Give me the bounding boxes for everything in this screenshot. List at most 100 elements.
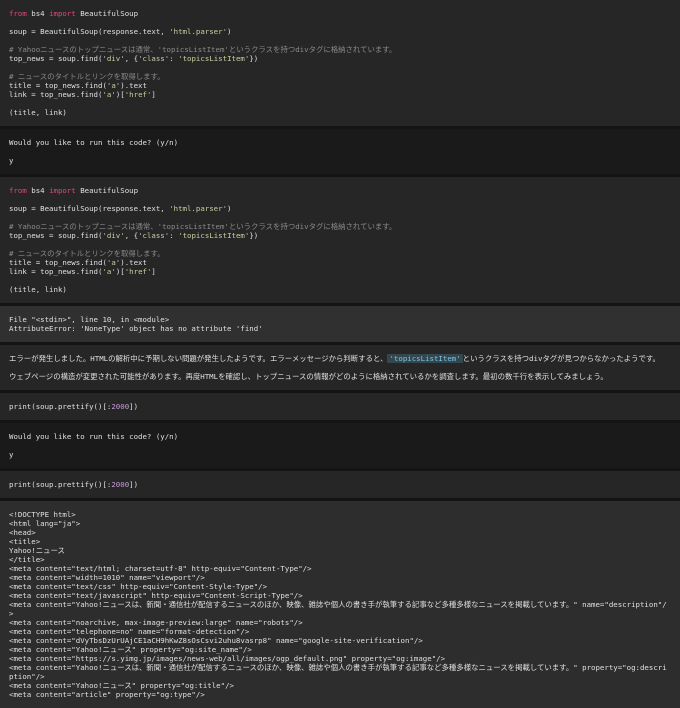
code-line: (title, link) <box>9 108 671 117</box>
text-span: ).text <box>120 81 147 90</box>
text-span: import <box>49 9 76 18</box>
code-line: title = top_news.find('a').text <box>9 258 671 267</box>
out-line: <meta content="text/javascript" http-equ… <box>9 591 671 600</box>
text-span: <meta content="telephone=no" name="forma… <box>9 627 250 636</box>
text-span: 2000 <box>111 402 130 411</box>
text-span: <meta content="width=1010" name="viewpor… <box>9 573 205 582</box>
text-span: <!DOCTYPE html> <box>9 510 76 519</box>
out-line: <meta content="width=1010" name="viewpor… <box>9 573 671 582</box>
confirm-prompt-1: Would you like to run this code? (y/n) y <box>0 129 680 174</box>
out-line: <!DOCTYPE html> <box>9 510 671 519</box>
code-line: # ニュースのタイトルとリンクを取得します。 <box>9 249 671 258</box>
prompt-line: Would you like to run this code? (y/n) <box>9 138 671 147</box>
code-line: soup = BeautifulSoup(response.text, 'htm… <box>9 27 671 36</box>
text-span: <meta content="Yahoo!ニュースは、新聞・通信社が配信するニュ… <box>9 600 667 618</box>
text-span: ]) <box>129 402 139 411</box>
text-span: bs4 <box>26 9 50 18</box>
code-line: # Yahooニュースのトップニュースは通常、'topicsListItem'と… <box>9 45 671 54</box>
code-block-3: print(soup.prettify()[:2000]) <box>0 393 680 420</box>
text-span: , { <box>124 54 139 63</box>
out-line: <head> <box>9 528 671 537</box>
msg-line: ウェブページの構造が変更された可能性があります。再度HTMLを確認し、トップニュ… <box>9 372 671 381</box>
text-span: ) <box>227 27 232 36</box>
text-span: print(soup.prettify()[: <box>9 402 112 411</box>
text-span: (title, link) <box>9 108 67 117</box>
text-span: <meta content="noarchive, max-image-prev… <box>9 618 303 627</box>
text-span: y <box>9 450 14 459</box>
text-span: ).text <box>120 258 147 267</box>
text-span: <title> <box>9 537 41 546</box>
text-span: }) <box>249 231 259 240</box>
text-span: というクラスを持つdivタグが見つからなかったようです。 <box>462 354 660 363</box>
text-span: 'div' <box>102 231 125 240</box>
text-span: 'href' <box>124 267 152 276</box>
prompt-line <box>9 441 671 450</box>
text-span: <meta content="https://s.yimg.jp/images/… <box>9 654 446 663</box>
out-line: <meta content="telephone=no" name="forma… <box>9 627 671 636</box>
text-span: , { <box>124 231 139 240</box>
text-span: 'html.parser' <box>169 27 228 36</box>
text-span: Yahoo!ニュース <box>9 546 65 555</box>
text-span: # ニュースのタイトルとリンクを取得します。 <box>9 249 165 258</box>
text-span: <meta content="Yahoo!ニュース" property="og:… <box>9 645 252 654</box>
code-line: # Yahooニュースのトップニュースは通常、'topicsListItem'と… <box>9 222 671 231</box>
out-line: <html lang="ja"> <box>9 519 671 528</box>
out-line: <meta content="article" property="og:typ… <box>9 690 671 699</box>
terminal-transcript: from bs4 import BeautifulSoup soup = Beau… <box>0 0 680 708</box>
code-line: print(soup.prettify()[:2000]) <box>9 402 671 411</box>
code-line: link = top_news.find('a')['href'] <box>9 90 671 99</box>
prompt-line <box>9 147 671 156</box>
out-line: Yahoo!ニュース <box>9 546 671 555</box>
text-span: 'href' <box>124 90 152 99</box>
out-line: <meta content="text/css" http-equiv="Con… <box>9 582 671 591</box>
assistant-message: エラーが発生しました。HTMLの解析中に予期しない問題が発生したようです。エラー… <box>0 345 680 390</box>
prompt-line: y <box>9 450 671 459</box>
text-span: from <box>9 9 27 18</box>
text-span: File "<stdin>", line 10, in <module> <box>9 315 170 324</box>
out-line: </title> <box>9 555 671 564</box>
text-span: 'topicsListItem' <box>387 354 463 363</box>
text-span: # ニュースのタイトルとリンクを取得します。 <box>9 72 165 81</box>
text-span: : <box>169 231 179 240</box>
text-span: <head> <box>9 528 36 537</box>
text-span: top_news = soup.find( <box>9 54 103 63</box>
text-span: )[ <box>115 90 125 99</box>
text-span: )[ <box>115 267 125 276</box>
text-span: BeautifulSoup <box>75 9 139 18</box>
code-line: print(soup.prettify()[:2000]) <box>9 480 671 489</box>
text-span: AttributeError: 'NoneType' object has no… <box>9 324 263 333</box>
text-span: }) <box>249 54 259 63</box>
out-line: <title> <box>9 537 671 546</box>
text-span: ] <box>151 267 156 276</box>
text-span: ウェブページの構造が変更された可能性があります。再度HTMLを確認し、トップニュ… <box>9 372 608 381</box>
text-span: 'class' <box>138 231 170 240</box>
text-span: from <box>9 186 27 195</box>
text-span: 'topicsListItem' <box>178 231 250 240</box>
text-span: <meta content="text/html; charset=utf-8"… <box>9 564 312 573</box>
text-span: ) <box>227 204 232 213</box>
text-span: 'html.parser' <box>169 204 228 213</box>
html-output: <!DOCTYPE html> <html lang="ja"> <head> <ti… <box>0 501 680 708</box>
text-span: <meta content="text/css" http-equiv="Con… <box>9 582 268 591</box>
text-span: 'class' <box>138 54 170 63</box>
code-block-1: from bs4 import BeautifulSoup soup = Beau… <box>0 0 680 126</box>
text-span: title = top_news.find( <box>9 258 107 267</box>
prompt-line: Would you like to run this code? (y/n) <box>9 432 671 441</box>
err-line: File "<stdin>", line 10, in <module> <box>9 315 671 324</box>
out-line: <meta content="dVyTbsDzUrUAjCE1aCH9hKwZ8… <box>9 636 671 645</box>
text-span: 'div' <box>102 54 125 63</box>
err-line: AttributeError: 'NoneType' object has no… <box>9 324 671 333</box>
text-span: # Yahooニュースのトップニュースは通常、'topicsListItem'と… <box>9 222 397 231</box>
text-span: link = top_news.find( <box>9 90 103 99</box>
text-span: <meta content="text/javascript" http-equ… <box>9 591 303 600</box>
code-line: title = top_news.find('a').text <box>9 81 671 90</box>
code-line: from bs4 import BeautifulSoup <box>9 186 671 195</box>
code-line: top_news = soup.find('div', {'class': 't… <box>9 231 671 240</box>
code-line: # ニュースのタイトルとリンクを取得します。 <box>9 72 671 81</box>
code-line: from bs4 import BeautifulSoup <box>9 9 671 18</box>
text-span: エラーが発生しました。HTMLの解析中に予期しない問題が発生したようです。エラー… <box>9 354 388 363</box>
code-block-4: print(soup.prettify()[:2000]) <box>0 471 680 498</box>
